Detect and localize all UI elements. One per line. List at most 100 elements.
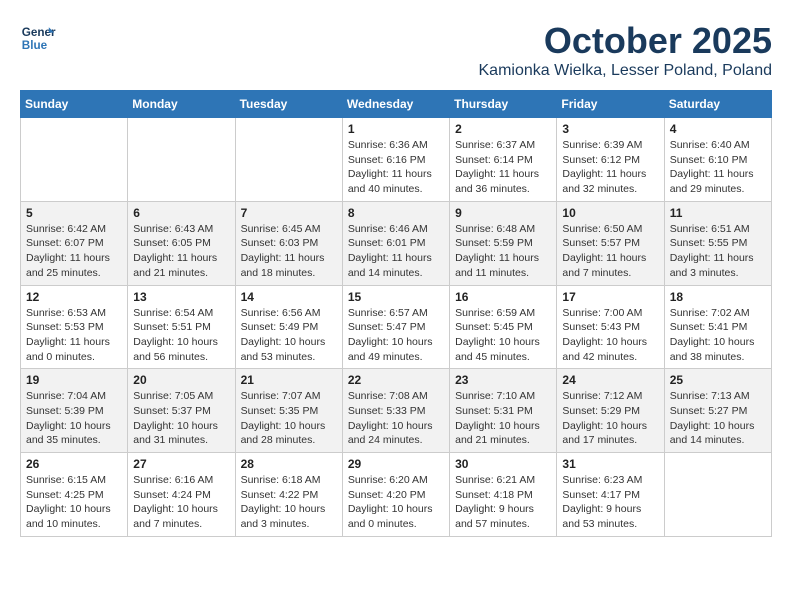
day-info: Sunrise: 7:08 AM Sunset: 5:33 PM Dayligh…: [348, 389, 444, 448]
calendar-week-row: 5 Sunrise: 6:42 AM Sunset: 6:07 PM Daylig…: [21, 201, 772, 285]
calendar-cell: 18 Sunrise: 7:02 AM Sunset: 5:41 PM Dayli…: [664, 285, 771, 369]
day-info: Sunrise: 6:40 AM Sunset: 6:10 PM Dayligh…: [670, 138, 766, 197]
day-number: 18: [670, 290, 766, 304]
calendar-cell: 1Sunrise: 6:36 AM Sunset: 6:16 PM Daylig…: [342, 118, 449, 202]
day-number: 10: [562, 206, 658, 220]
day-number: 25: [670, 373, 766, 387]
calendar-cell: [664, 453, 771, 537]
column-header-friday: Friday: [557, 91, 664, 118]
day-info: Sunrise: 7:05 AM Sunset: 5:37 PM Dayligh…: [133, 389, 229, 448]
calendar-cell: 4 Sunrise: 6:40 AM Sunset: 6:10 PM Daylig…: [664, 118, 771, 202]
day-number: 12: [26, 290, 122, 304]
day-info: Sunrise: 6:18 AM Sunset: 4:22 PM Dayligh…: [241, 473, 337, 532]
day-number: 16: [455, 290, 551, 304]
day-info: Sunrise: 7:13 AM Sunset: 5:27 PM Dayligh…: [670, 389, 766, 448]
day-number: 13: [133, 290, 229, 304]
day-number: 7: [241, 206, 337, 220]
calendar-cell: 25 Sunrise: 7:13 AM Sunset: 5:27 PM Dayli…: [664, 369, 771, 453]
calendar-week-row: 1Sunrise: 6:36 AM Sunset: 6:16 PM Daylig…: [21, 118, 772, 202]
calendar-cell: 17 Sunrise: 7:00 AM Sunset: 5:43 PM Dayli…: [557, 285, 664, 369]
column-header-tuesday: Tuesday: [235, 91, 342, 118]
day-number: 14: [241, 290, 337, 304]
day-number: 17: [562, 290, 658, 304]
day-number: 20: [133, 373, 229, 387]
calendar-week-row: 12Sunrise: 6:53 AM Sunset: 5:53 PM Dayli…: [21, 285, 772, 369]
day-info: Sunrise: 6:59 AM Sunset: 5:45 PM Dayligh…: [455, 306, 551, 365]
calendar-cell: 7 Sunrise: 6:45 AM Sunset: 6:03 PM Daylig…: [235, 201, 342, 285]
calendar-cell: 5 Sunrise: 6:42 AM Sunset: 6:07 PM Daylig…: [21, 201, 128, 285]
calendar-cell: 22 Sunrise: 7:08 AM Sunset: 5:33 PM Dayli…: [342, 369, 449, 453]
day-info: Sunrise: 7:04 AM Sunset: 5:39 PM Dayligh…: [26, 389, 122, 448]
column-header-sunday: Sunday: [21, 91, 128, 118]
day-info: Sunrise: 6:56 AM Sunset: 5:49 PM Dayligh…: [241, 306, 337, 365]
calendar-cell: 19 Sunrise: 7:04 AM Sunset: 5:39 PM Dayli…: [21, 369, 128, 453]
day-info: Sunrise: 6:46 AM Sunset: 6:01 PM Dayligh…: [348, 222, 444, 281]
calendar-cell: 8 Sunrise: 6:46 AM Sunset: 6:01 PM Daylig…: [342, 201, 449, 285]
day-number: 11: [670, 206, 766, 220]
day-number: 27: [133, 457, 229, 471]
day-info: Sunrise: 7:00 AM Sunset: 5:43 PM Dayligh…: [562, 306, 658, 365]
calendar-cell: 2Sunrise: 6:37 AM Sunset: 6:14 PM Daylig…: [450, 118, 557, 202]
day-info: Sunrise: 6:42 AM Sunset: 6:07 PM Dayligh…: [26, 222, 122, 281]
day-info: Sunrise: 6:39 AM Sunset: 6:12 PM Dayligh…: [562, 138, 658, 197]
month-title: October 2025: [479, 20, 773, 62]
column-header-saturday: Saturday: [664, 91, 771, 118]
calendar-cell: 15 Sunrise: 6:57 AM Sunset: 5:47 PM Dayli…: [342, 285, 449, 369]
day-info: Sunrise: 6:45 AM Sunset: 6:03 PM Dayligh…: [241, 222, 337, 281]
day-info: Sunrise: 6:50 AM Sunset: 5:57 PM Dayligh…: [562, 222, 658, 281]
column-header-thursday: Thursday: [450, 91, 557, 118]
column-header-monday: Monday: [128, 91, 235, 118]
title-block: October 2025 Kamionka Wielka, Lesser Pol…: [479, 20, 773, 80]
day-info: Sunrise: 7:07 AM Sunset: 5:35 PM Dayligh…: [241, 389, 337, 448]
day-info: Sunrise: 6:21 AM Sunset: 4:18 PM Dayligh…: [455, 473, 551, 532]
day-number: 19: [26, 373, 122, 387]
calendar-header-row: SundayMondayTuesdayWednesdayThursdayFrid…: [21, 91, 772, 118]
calendar-cell: 3 Sunrise: 6:39 AM Sunset: 6:12 PM Daylig…: [557, 118, 664, 202]
column-header-wednesday: Wednesday: [342, 91, 449, 118]
day-info: Sunrise: 6:23 AM Sunset: 4:17 PM Dayligh…: [562, 473, 658, 532]
calendar-cell: 27Sunrise: 6:16 AM Sunset: 4:24 PM Dayli…: [128, 453, 235, 537]
svg-text:General: General: [22, 26, 56, 39]
day-info: Sunrise: 7:10 AM Sunset: 5:31 PM Dayligh…: [455, 389, 551, 448]
calendar-cell: 13 Sunrise: 6:54 AM Sunset: 5:51 PM Dayli…: [128, 285, 235, 369]
calendar-cell: [128, 118, 235, 202]
calendar-cell: 24Sunrise: 7:12 AM Sunset: 5:29 PM Dayli…: [557, 369, 664, 453]
calendar-cell: 6Sunrise: 6:43 AM Sunset: 6:05 PM Daylig…: [128, 201, 235, 285]
day-number: 22: [348, 373, 444, 387]
day-info: Sunrise: 6:36 AM Sunset: 6:16 PM Dayligh…: [348, 138, 444, 197]
day-info: Sunrise: 6:20 AM Sunset: 4:20 PM Dayligh…: [348, 473, 444, 532]
page-header: General Blue October 2025 Kamionka Wielk…: [20, 20, 772, 80]
logo: General Blue: [20, 20, 56, 56]
day-number: 5: [26, 206, 122, 220]
calendar-week-row: 26 Sunrise: 6:15 AM Sunset: 4:25 PM Dayli…: [21, 453, 772, 537]
calendar-cell: 14 Sunrise: 6:56 AM Sunset: 5:49 PM Dayli…: [235, 285, 342, 369]
day-info: Sunrise: 7:12 AM Sunset: 5:29 PM Dayligh…: [562, 389, 658, 448]
day-number: 4: [670, 122, 766, 136]
calendar-cell: 16 Sunrise: 6:59 AM Sunset: 5:45 PM Dayli…: [450, 285, 557, 369]
calendar-week-row: 19 Sunrise: 7:04 AM Sunset: 5:39 PM Dayli…: [21, 369, 772, 453]
day-info: Sunrise: 6:57 AM Sunset: 5:47 PM Dayligh…: [348, 306, 444, 365]
day-number: 3: [562, 122, 658, 136]
day-number: 23: [455, 373, 551, 387]
calendar-cell: 28Sunrise: 6:18 AM Sunset: 4:22 PM Dayli…: [235, 453, 342, 537]
calendar-cell: 31Sunrise: 6:23 AM Sunset: 4:17 PM Dayli…: [557, 453, 664, 537]
day-info: Sunrise: 6:54 AM Sunset: 5:51 PM Dayligh…: [133, 306, 229, 365]
calendar-table: SundayMondayTuesdayWednesdayThursdayFrid…: [20, 90, 772, 537]
location-subtitle: Kamionka Wielka, Lesser Poland, Poland: [479, 62, 773, 80]
day-info: Sunrise: 7:02 AM Sunset: 5:41 PM Dayligh…: [670, 306, 766, 365]
calendar-cell: 26 Sunrise: 6:15 AM Sunset: 4:25 PM Dayli…: [21, 453, 128, 537]
day-number: 9: [455, 206, 551, 220]
calendar-cell: 11 Sunrise: 6:51 AM Sunset: 5:55 PM Dayli…: [664, 201, 771, 285]
day-info: Sunrise: 6:37 AM Sunset: 6:14 PM Dayligh…: [455, 138, 551, 197]
calendar-cell: [235, 118, 342, 202]
calendar-cell: 12Sunrise: 6:53 AM Sunset: 5:53 PM Dayli…: [21, 285, 128, 369]
day-number: 26: [26, 457, 122, 471]
calendar-cell: 29Sunrise: 6:20 AM Sunset: 4:20 PM Dayli…: [342, 453, 449, 537]
day-number: 30: [455, 457, 551, 471]
day-info: Sunrise: 6:51 AM Sunset: 5:55 PM Dayligh…: [670, 222, 766, 281]
day-info: Sunrise: 6:48 AM Sunset: 5:59 PM Dayligh…: [455, 222, 551, 281]
svg-text:Blue: Blue: [22, 39, 48, 52]
day-number: 15: [348, 290, 444, 304]
day-info: Sunrise: 6:15 AM Sunset: 4:25 PM Dayligh…: [26, 473, 122, 532]
day-number: 8: [348, 206, 444, 220]
